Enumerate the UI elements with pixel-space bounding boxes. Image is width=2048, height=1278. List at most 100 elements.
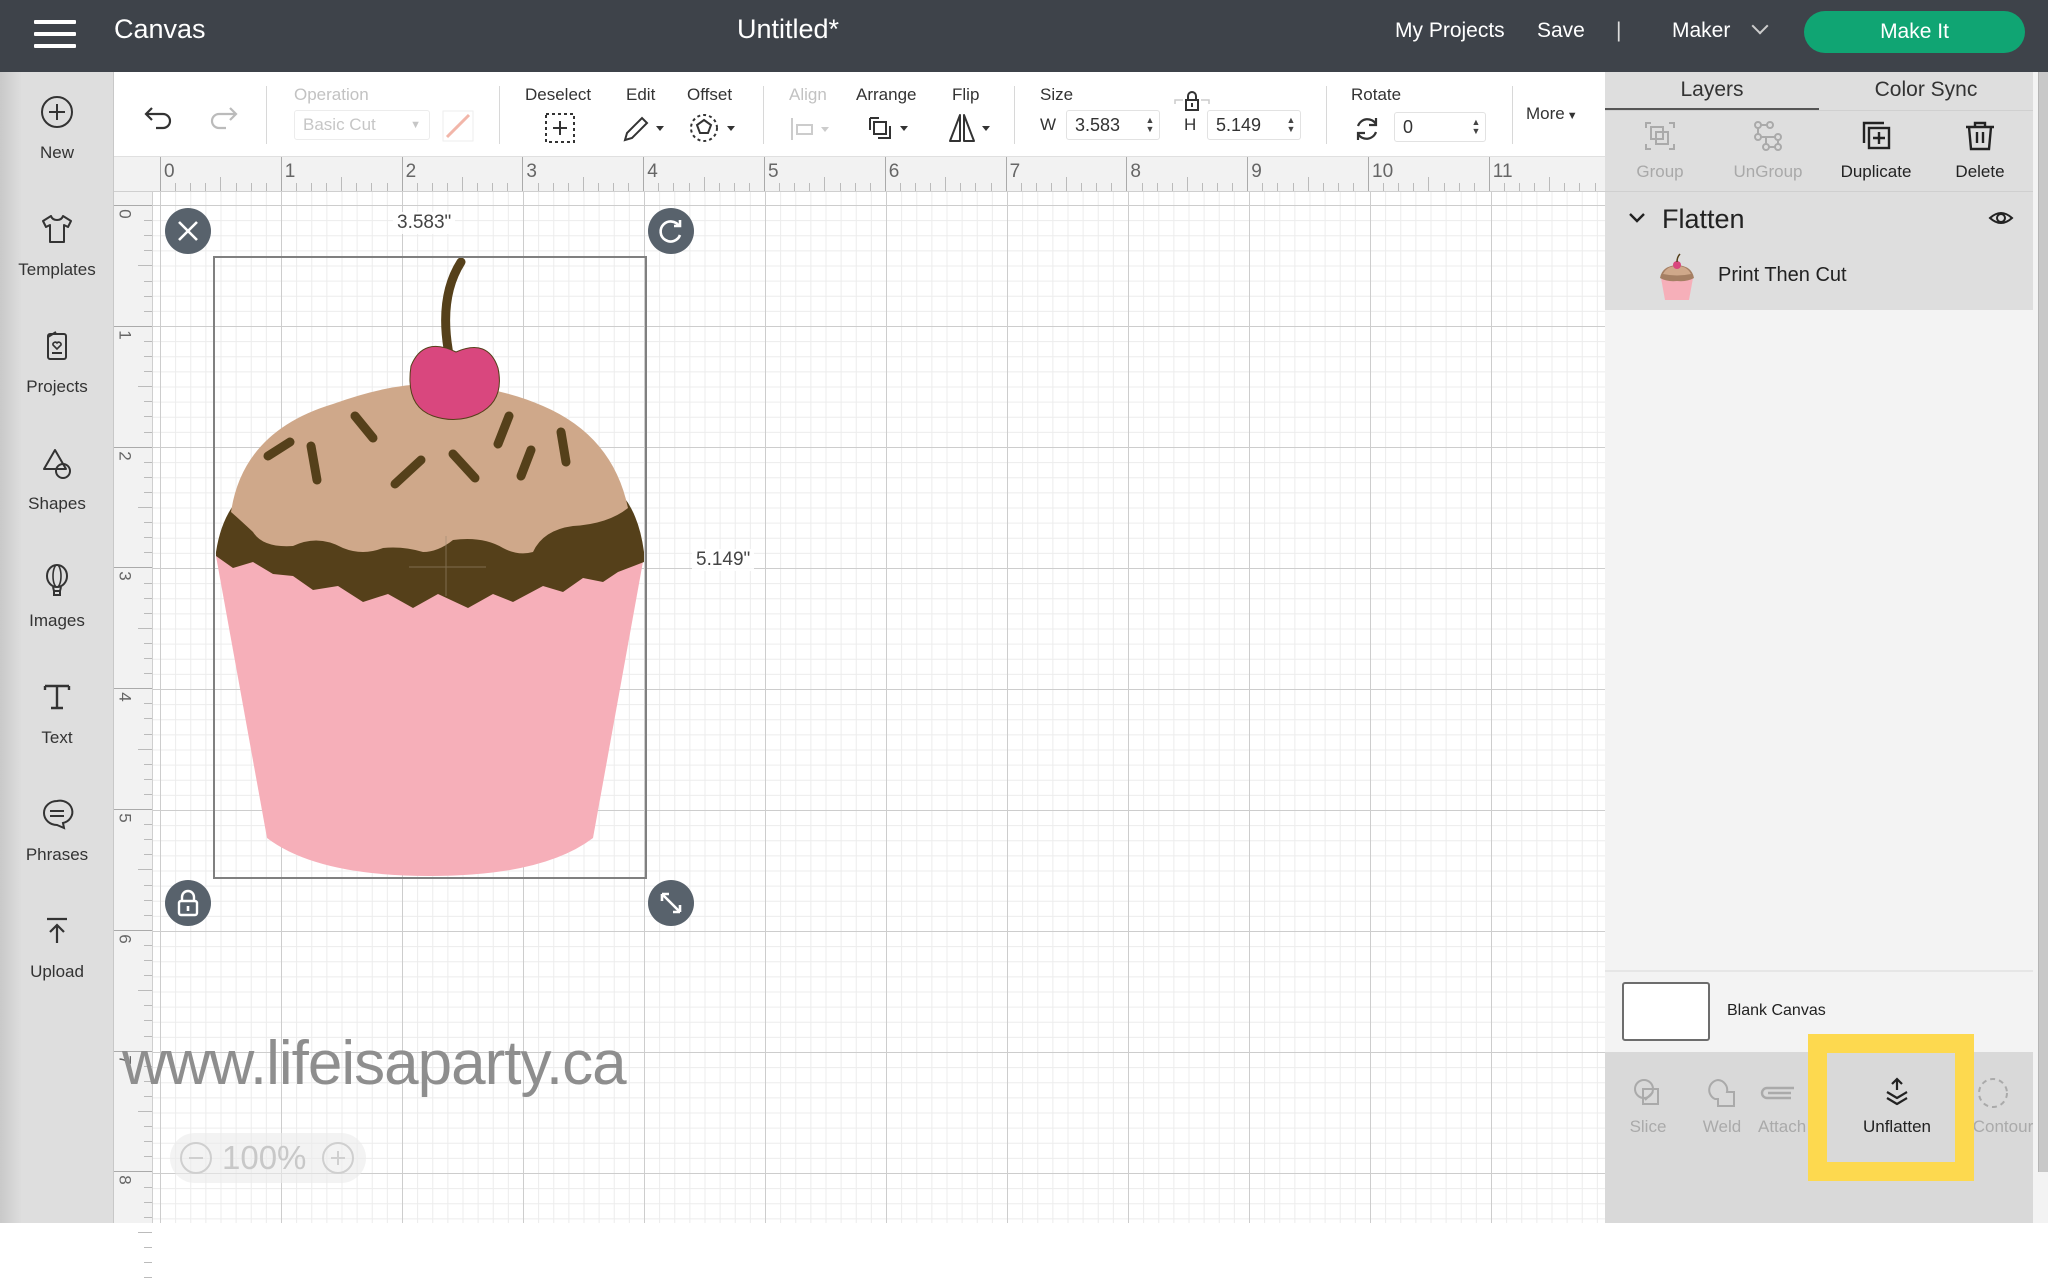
ruler-tick-label: 9: [1251, 161, 1262, 182]
edit-pencil-icon[interactable]: [620, 112, 666, 144]
ruler-tick: [144, 416, 152, 418]
duplicate-button[interactable]: Duplicate: [1821, 119, 1931, 182]
document-title[interactable]: Untitled*: [737, 14, 839, 45]
eye-icon[interactable]: [1988, 208, 2014, 228]
rotate-icon[interactable]: [1352, 114, 1382, 144]
toolbar-divider: [266, 86, 267, 144]
operation-select[interactable]: Basic Cut ▼: [294, 110, 430, 140]
rotate-input[interactable]: 0 ▲ ▼: [1394, 112, 1486, 142]
slice-icon: [1634, 1079, 1659, 1105]
group-button[interactable]: Group: [1605, 119, 1715, 182]
ruler-tick: [1458, 183, 1460, 191]
sidebar-item-new[interactable]: New: [0, 92, 114, 163]
ruler-tick-label: 0: [115, 209, 135, 219]
attach-button[interactable]: Attach: [1758, 1076, 1822, 1137]
deselect-icon[interactable]: [544, 112, 576, 144]
ruler-tick: [144, 461, 152, 463]
ruler-tick: [175, 183, 177, 191]
tshirt-icon: [42, 215, 72, 243]
redo-icon[interactable]: [206, 104, 240, 132]
offset-icon[interactable]: [689, 112, 737, 144]
ruler-tick: [295, 183, 297, 191]
color-swatch-icon[interactable]: [442, 110, 474, 142]
ruler-tick: [945, 177, 947, 191]
height-input[interactable]: 5.149 ▲ ▼: [1207, 110, 1301, 140]
ruler-tick: [718, 183, 720, 191]
ruler-tick: [915, 183, 916, 191]
zoom-out-button[interactable]: [180, 1142, 212, 1174]
ruler-tick-label: 3: [526, 161, 537, 182]
ruler-tick-label: 3: [115, 571, 135, 582]
ruler-tick: [779, 183, 781, 191]
edit-toolbar: Operation Basic Cut ▼ Deselect Edit Offse…: [114, 72, 1605, 157]
sidebar-item-templates[interactable]: Templates: [0, 209, 114, 280]
sidebar-item-phrases[interactable]: Phrases: [0, 794, 114, 865]
watermark-text: www.lifeisaparty.ca: [122, 1029, 627, 1098]
resize-handle[interactable]: [648, 880, 694, 926]
sidebar-item-text[interactable]: Text: [0, 677, 114, 748]
contour-button[interactable]: Contour: [1967, 1076, 2033, 1137]
ungroup-button[interactable]: UnGroup: [1713, 119, 1823, 182]
ruler-tick: [1201, 183, 1203, 191]
sidebar-label: Phrases: [25, 845, 89, 864]
layer-item[interactable]: Print Then Cut: [1605, 248, 2033, 306]
sidebar-item-upload[interactable]: Upload: [0, 911, 114, 982]
ruler-tick-major: [114, 688, 152, 690]
zoom-in-button[interactable]: [322, 1142, 354, 1174]
make-it-button[interactable]: Make It: [1804, 11, 2025, 53]
top-bar: Canvas Untitled* My Projects Save | Make…: [0, 0, 2048, 72]
chevron-down-icon: [1751, 17, 1769, 35]
chevron-down-icon[interactable]: [1627, 210, 1647, 226]
rotate-stepper-icon[interactable]: ▲ ▼: [1471, 118, 1481, 136]
delete-handle[interactable]: [165, 208, 211, 254]
ruler-tick: [138, 265, 152, 267]
ruler-tick: [144, 824, 152, 826]
plus-icon: [331, 1151, 345, 1165]
height-stepper-icon[interactable]: ▲ ▼: [1286, 116, 1296, 134]
layer-group-header[interactable]: Flatten: [1605, 192, 2033, 248]
ruler-tick: [144, 1126, 152, 1128]
text-icon: [43, 684, 71, 710]
slice-button[interactable]: Slice: [1610, 1076, 1686, 1137]
hamburger-menu-icon[interactable]: [34, 20, 76, 50]
width-stepper-icon[interactable]: ▲ ▼: [1145, 116, 1155, 134]
ruler-tick: [265, 183, 267, 191]
canvas-color-swatch[interactable]: [1622, 982, 1710, 1041]
delete-button[interactable]: Delete: [1925, 119, 2035, 182]
lock-handle[interactable]: [165, 880, 211, 926]
flip-icon[interactable]: [946, 112, 994, 144]
panel-scrollbar[interactable]: [2038, 72, 2048, 1172]
minus-icon: [189, 1157, 203, 1159]
align-icon[interactable]: [789, 116, 835, 142]
ruler-tick: [1337, 183, 1339, 191]
width-input[interactable]: 3.583 ▲ ▼: [1066, 110, 1160, 140]
machine-select[interactable]: Maker: [1672, 17, 1769, 43]
ruler-tick-label: 10: [1372, 161, 1394, 182]
ruler-tick-major: [522, 157, 524, 191]
rotate-handle[interactable]: [648, 208, 694, 254]
undo-icon[interactable]: [142, 104, 176, 132]
sidebar-item-projects[interactable]: Projects: [0, 326, 114, 397]
layers-panel: Layers Color Sync Group UnGroup Duplicat…: [1605, 72, 2048, 1223]
unflatten-button[interactable]: Unflatten: [1847, 1076, 1947, 1137]
sidebar-item-shapes[interactable]: Shapes: [0, 443, 114, 514]
arrange-icon[interactable]: [866, 112, 914, 144]
ruler-tick: [144, 1201, 152, 1203]
trash-icon: [1966, 121, 1994, 151]
lock-aspect-icon[interactable]: [1172, 90, 1212, 114]
ruler-tick-label: 4: [115, 692, 135, 702]
tab-layers[interactable]: Layers: [1605, 72, 1819, 110]
save-link[interactable]: Save: [1537, 19, 1585, 43]
card-heart-icon: [47, 331, 67, 360]
more-menu[interactable]: More ▼: [1526, 104, 1578, 124]
ruler-tick: [990, 183, 992, 191]
ruler-tick: [537, 183, 539, 191]
tab-color-sync[interactable]: Color Sync: [1819, 72, 2033, 110]
my-projects-link[interactable]: My Projects: [1395, 19, 1505, 43]
weld-button[interactable]: Weld: [1684, 1076, 1760, 1137]
ruler-tick: [960, 183, 962, 191]
arrange-label: Arrange: [856, 85, 917, 104]
ruler-tick: [1035, 183, 1037, 191]
ruler-tick: [190, 183, 192, 191]
sidebar-item-images[interactable]: Images: [0, 560, 114, 631]
